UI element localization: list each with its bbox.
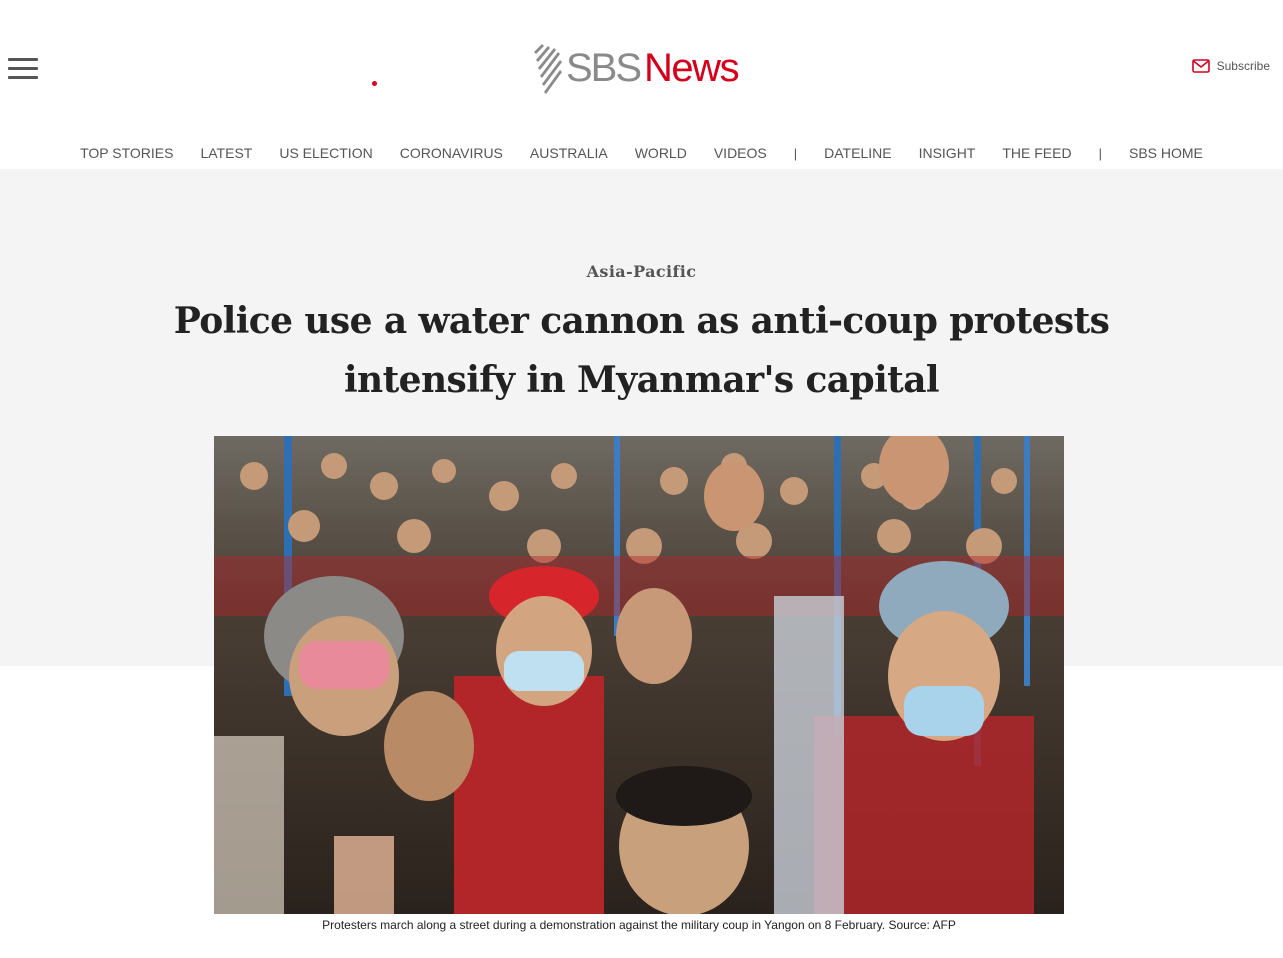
article-hero-image bbox=[214, 436, 1064, 914]
nav-item-coronavirus[interactable]: CORONAVIRUS bbox=[400, 145, 503, 161]
photo-protesters-icon bbox=[214, 436, 1064, 914]
site-header: SBS News Subscribe bbox=[0, 0, 1283, 130]
nav-item-latest[interactable]: LATEST bbox=[200, 145, 252, 161]
logo-news-text: News bbox=[644, 45, 740, 90]
nav-item-world[interactable]: WORLD bbox=[635, 145, 687, 161]
live-indicator-dot bbox=[372, 81, 377, 86]
article-section-link[interactable]: Asia-Pacific bbox=[0, 262, 1283, 281]
nav-separator: | bbox=[793, 145, 798, 161]
sbs-mark-icon bbox=[534, 44, 562, 94]
nav-item-videos[interactable]: VIDEOS bbox=[714, 145, 767, 161]
subscribe-button[interactable]: Subscribe bbox=[1191, 59, 1270, 73]
sbs-news-logo[interactable]: SBS News bbox=[530, 40, 740, 96]
nav-item-us-election[interactable]: US ELECTION bbox=[279, 145, 372, 161]
logo-sbs-text: SBS bbox=[566, 45, 642, 90]
nav-item-the-feed[interactable]: THE FEED bbox=[1002, 145, 1071, 161]
nav-item-sbs-home[interactable]: SBS HOME bbox=[1129, 145, 1203, 161]
nav-item-australia[interactable]: AUSTRALIA bbox=[530, 145, 608, 161]
article-headline: Police use a water cannon as anti-coup p… bbox=[173, 300, 1110, 401]
nav-item-insight[interactable]: INSIGHT bbox=[919, 145, 976, 161]
nav-item-top-stories[interactable]: TOP STORIES bbox=[80, 145, 173, 161]
image-caption: Protesters march along a street during a… bbox=[322, 918, 956, 932]
nav-separator: | bbox=[1098, 145, 1102, 161]
nav-item-dateline[interactable]: DATELINE bbox=[824, 145, 891, 161]
subscribe-label: Subscribe bbox=[1216, 59, 1270, 73]
main-navigation: TOP STORIES LATEST US ELECTION CORONAVIR… bbox=[0, 141, 1283, 165]
menu-icon[interactable] bbox=[8, 58, 38, 80]
envelope-icon bbox=[1191, 59, 1210, 73]
